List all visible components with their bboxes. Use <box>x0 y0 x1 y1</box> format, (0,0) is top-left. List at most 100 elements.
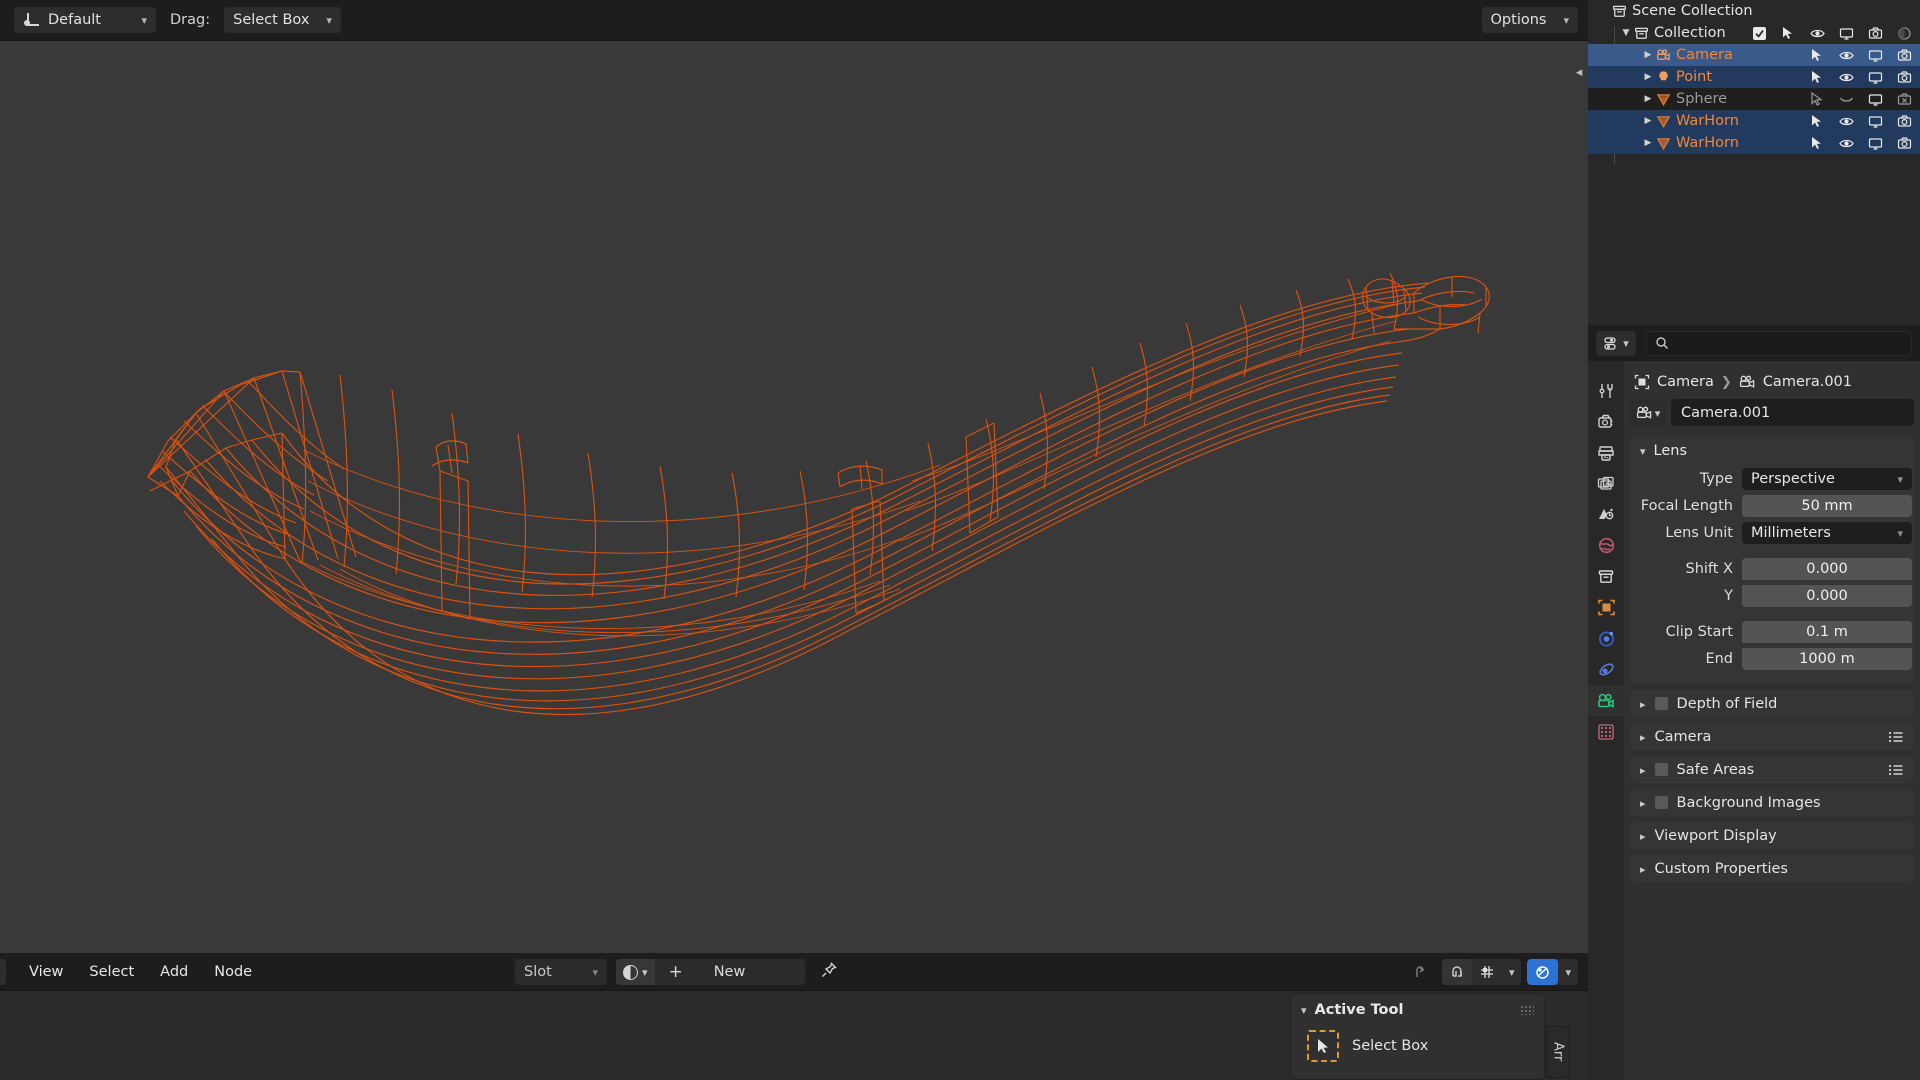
panel-enable-checkbox[interactable] <box>1654 763 1668 776</box>
field-value[interactable]: Millimeters <box>1742 522 1912 544</box>
collection-checkbox[interactable] <box>1752 26 1767 41</box>
field-value[interactable]: 50 mm <box>1742 495 1912 517</box>
eye-closed-icon[interactable] <box>1839 92 1854 107</box>
outliner-row-warhorn[interactable]: ▶ WarHorn <box>1588 132 1920 154</box>
menu-add[interactable]: Add <box>147 957 201 987</box>
outliner-row-scene-collection[interactable]: Scene Collection <box>1588 0 1920 22</box>
menu-node[interactable]: Node <box>201 957 265 987</box>
panel-preset-list-icon[interactable] <box>1888 764 1904 776</box>
panel-depth-of-field[interactable]: Depth of Field <box>1630 690 1914 717</box>
material-browse-button[interactable] <box>616 959 655 985</box>
field-value[interactable]: 0.000 <box>1742 557 1912 580</box>
world-tab[interactable] <box>1588 530 1624 561</box>
breadcrumb-root[interactable]: Camera <box>1657 374 1714 390</box>
camera-off-icon[interactable] <box>1897 92 1912 107</box>
camera-icon[interactable] <box>1868 26 1883 41</box>
eye-icon[interactable] <box>1810 26 1825 41</box>
snap-magnet-icon[interactable] <box>1441 959 1472 985</box>
panel-custom-properties[interactable]: Custom Properties <box>1630 855 1914 882</box>
panel-camera[interactable]: Camera <box>1630 723 1914 750</box>
panel-preset-list-icon[interactable] <box>1888 731 1904 743</box>
field-value[interactable]: 0.1 m <box>1742 620 1912 643</box>
snapping-group[interactable] <box>1441 959 1522 985</box>
viewport-3d[interactable]: ◂ <box>0 41 1588 953</box>
object-tab[interactable] <box>1588 592 1624 623</box>
panel-enable-checkbox[interactable] <box>1654 796 1668 809</box>
screen-icon[interactable] <box>1868 92 1883 107</box>
parent-node-tree-button[interactable] <box>1406 959 1436 985</box>
cursor-icon[interactable] <box>1810 48 1825 63</box>
outliner-row-warhorn[interactable]: ▶ WarHorn <box>1588 110 1920 132</box>
eye-icon[interactable] <box>1839 136 1854 151</box>
lens-panel-header[interactable]: Lens <box>1630 437 1914 465</box>
panel-safe-areas[interactable]: Safe Areas <box>1630 756 1914 783</box>
screen-icon[interactable] <box>1868 114 1883 129</box>
field-value[interactable]: 0.000 <box>1742 585 1912 607</box>
screen-icon[interactable] <box>1868 136 1883 151</box>
disclosure-triangle-closed-icon[interactable]: ▶ <box>1640 50 1656 60</box>
object-data-camera-tab[interactable] <box>1588 685 1624 716</box>
panel-viewport-display[interactable]: Viewport Display <box>1630 822 1914 849</box>
outliner-row-point[interactable]: ▶ Point <box>1588 66 1920 88</box>
active-tool-panel-header[interactable]: Active Tool <box>1291 994 1544 1026</box>
render-tab[interactable] <box>1588 406 1624 437</box>
tool-preset-dropdown[interactable]: Default <box>14 7 156 33</box>
holdout-icon[interactable] <box>1897 26 1912 41</box>
field-value[interactable]: Perspective <box>1742 468 1912 490</box>
breadcrumb-leaf[interactable]: Camera.001 <box>1763 374 1852 390</box>
pin-icon[interactable] <box>820 961 838 984</box>
overlay-group[interactable] <box>1527 959 1578 985</box>
eye-icon[interactable] <box>1839 48 1854 63</box>
view-layer-tab[interactable] <box>1588 468 1624 499</box>
field-value[interactable]: 1000 m <box>1742 648 1912 670</box>
outliner-collapse-arrow[interactable]: ◂ <box>1588 43 1592 67</box>
disclosure-triangle-closed-icon[interactable]: ▶ <box>1640 138 1656 148</box>
outliner-row-collection[interactable]: ▼ Collection <box>1588 22 1920 44</box>
options-dropdown[interactable]: Options <box>1481 7 1578 33</box>
disclosure-triangle-closed-icon[interactable]: ▶ <box>1640 116 1656 126</box>
screen-icon[interactable] <box>1868 70 1883 85</box>
snap-target-icon[interactable] <box>1472 959 1502 985</box>
camera-icon[interactable] <box>1897 48 1912 63</box>
npanel-side-tab[interactable]: Arr <box>1546 1026 1570 1078</box>
outliner-row-camera[interactable]: ▶ Camera <box>1588 44 1920 66</box>
menu-select[interactable]: Select <box>76 957 147 987</box>
disclosure-triangle-closed-icon[interactable]: ▶ <box>1640 94 1656 104</box>
properties-editor-type-button[interactable] <box>1596 330 1636 356</box>
eye-icon[interactable] <box>1839 114 1854 129</box>
cursor-icon[interactable] <box>1810 136 1825 151</box>
screen-icon[interactable] <box>1868 48 1883 63</box>
snap-dropdown-chevron[interactable] <box>1502 959 1522 985</box>
output-tab[interactable] <box>1588 437 1624 468</box>
outliner-row-sphere[interactable]: ▶ Sphere <box>1588 88 1920 110</box>
camera-icon[interactable] <box>1897 136 1912 151</box>
panel-drag-grip[interactable] <box>1520 1005 1534 1015</box>
drag-mode-dropdown[interactable]: Select Box <box>224 7 341 33</box>
select-box-tool-icon[interactable] <box>1307 1030 1339 1062</box>
scene-tab[interactable] <box>1588 499 1624 530</box>
disclosure-triangle-closed-icon[interactable]: ▶ <box>1640 72 1656 82</box>
camera-icon[interactable] <box>1897 114 1912 129</box>
cursor-icon[interactable] <box>1810 114 1825 129</box>
material-slot-dropdown[interactable]: Slot <box>515 959 607 985</box>
panel-enable-checkbox[interactable] <box>1654 697 1668 710</box>
eye-icon[interactable] <box>1839 70 1854 85</box>
modifier-tab[interactable] <box>1588 623 1624 654</box>
physics-tab[interactable] <box>1588 654 1624 685</box>
properties-search-input[interactable] <box>1646 330 1912 356</box>
new-material-button[interactable]: + New <box>654 959 805 985</box>
viewport-sidebar-collapse-arrow[interactable]: ◂ <box>1572 59 1586 85</box>
cursor-icon[interactable] <box>1810 70 1825 85</box>
texture-tab[interactable] <box>1588 716 1624 747</box>
cursor-icon[interactable] <box>1781 26 1796 41</box>
overlay-dropdown-chevron[interactable] <box>1558 959 1578 985</box>
tool-tab[interactable] <box>1588 375 1624 406</box>
panel-background-images[interactable]: Background Images <box>1630 789 1914 816</box>
camera-datablock-browse-button[interactable] <box>1630 399 1666 426</box>
disclosure-triangle-open-icon[interactable]: ▼ <box>1618 28 1634 38</box>
camera-name-input[interactable]: Camera.001 <box>1671 399 1914 426</box>
editor-type-button[interactable] <box>0 958 6 985</box>
camera-icon[interactable] <box>1897 70 1912 85</box>
cursor-off-icon[interactable] <box>1810 91 1825 107</box>
properties-tab-column[interactable] <box>1588 361 1624 1080</box>
